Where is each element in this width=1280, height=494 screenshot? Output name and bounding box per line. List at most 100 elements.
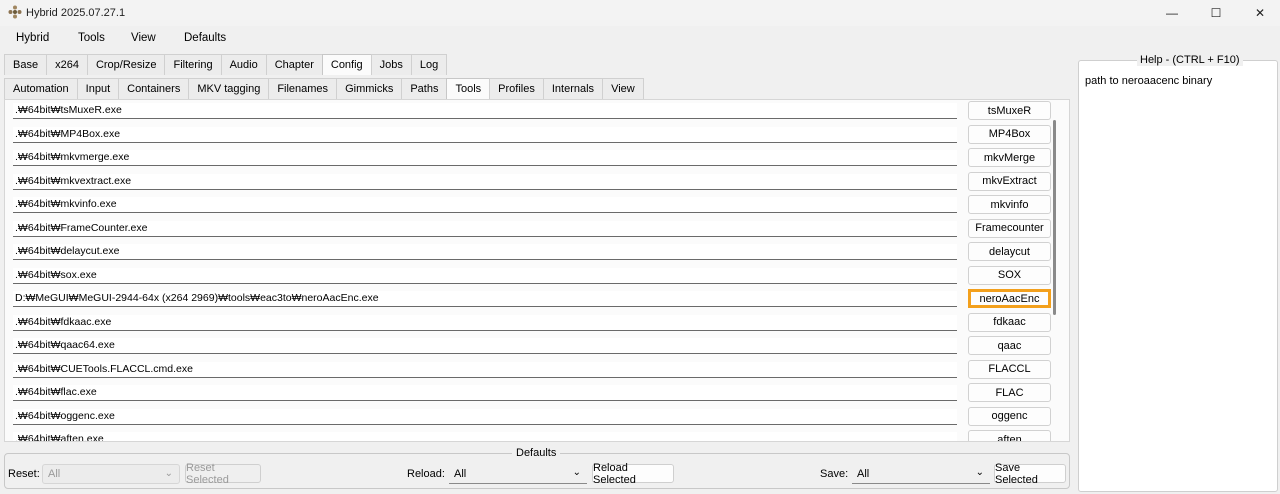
close-button[interactable]: ✕ <box>1238 0 1280 26</box>
help-title: Help - (CTRL + F10) <box>1137 54 1243 66</box>
tool-row: .₩64bit₩tsMuxeR.exe tsMuxeR <box>13 100 1051 122</box>
app-icon <box>8 5 22 19</box>
tab-crop-resize[interactable]: Crop/Resize <box>86 54 166 75</box>
tab-filenames[interactable]: Filenames <box>268 78 338 99</box>
tool-path-input[interactable]: .₩64bit₩FrameCounter.exe <box>13 220 957 237</box>
tab-containers[interactable]: Containers <box>118 78 190 99</box>
flaccl-button[interactable]: FLACCL <box>968 359 1051 379</box>
tab-base[interactable]: Base <box>4 54 48 75</box>
tab-filtering[interactable]: Filtering <box>164 54 222 75</box>
mkvextract-button[interactable]: mkvExtract <box>968 171 1051 191</box>
tool-row: .₩64bit₩mkvinfo.exe mkvinfo <box>13 194 1051 216</box>
tool-path-input[interactable]: .₩64bit₩oggenc.exe <box>13 408 957 425</box>
reload-selected-button[interactable]: Reload Selected <box>592 462 674 486</box>
tools-panel: .₩64bit₩tsMuxeR.exe tsMuxeR .₩64bit₩MP4B… <box>4 99 1070 442</box>
tool-row: .₩64bit₩mkvmerge.exe mkvMerge <box>13 147 1051 169</box>
save-select[interactable]: All ⌄ <box>852 464 990 484</box>
tab-internals[interactable]: Internals <box>542 78 604 99</box>
tool-row: .₩64bit₩MP4Box.exe MP4Box <box>13 124 1051 146</box>
menu-tools[interactable]: Tools <box>78 32 105 44</box>
maximize-icon: ☐ <box>1210 6 1222 20</box>
tsmuxer-button[interactable]: tsMuxeR <box>968 101 1051 120</box>
qaac-button[interactable]: qaac <box>968 336 1051 355</box>
tab-chapter[interactable]: Chapter <box>265 54 323 75</box>
title-bar: Hybrid 2025.07.27.1 — ☐ ✕ <box>0 0 1280 26</box>
tool-row: .₩64bit₩fdkaac.exe fdkaac <box>13 312 1051 334</box>
save-selected-button[interactable]: Save Selected <box>994 462 1066 486</box>
fdkaac-button[interactable]: fdkaac <box>968 312 1051 332</box>
tab-input[interactable]: Input <box>76 78 120 99</box>
window-title: Hybrid 2025.07.27.1 <box>26 7 126 19</box>
minimize-button[interactable]: — <box>1150 0 1194 26</box>
mkvmerge-button[interactable]: mkvMerge <box>968 148 1051 167</box>
tool-row: .₩64bit₩FrameCounter.exe Framecounter <box>13 218 1051 240</box>
minimize-icon: — <box>1166 6 1178 20</box>
tab-audio[interactable]: Audio <box>220 54 267 75</box>
chevron-down-icon: ⌄ <box>975 467 984 478</box>
reset-label: Reset: <box>8 468 40 480</box>
reset-value: All <box>48 468 61 480</box>
sox-button[interactable]: SOX <box>968 265 1051 285</box>
tool-path-input[interactable]: .₩64bit₩qaac64.exe <box>13 338 957 354</box>
maximize-button[interactable]: ☐ <box>1194 0 1238 26</box>
defaults-title: Defaults <box>512 447 561 459</box>
menu-view[interactable]: View <box>131 32 156 44</box>
vertical-scrollbar[interactable] <box>1053 120 1056 315</box>
config-tab-bar: Automation Input Containers MKV tagging … <box>4 78 644 99</box>
main-tab-bar: Base x264 Crop/Resize Filtering Audio Ch… <box>4 54 448 75</box>
tool-path-input[interactable]: .₩64bit₩flac.exe <box>13 385 957 401</box>
menu-defaults[interactable]: Defaults <box>184 32 226 44</box>
framecounter-button[interactable]: Framecounter <box>968 218 1051 238</box>
tab-mkv-tagging[interactable]: MKV tagging <box>188 78 270 99</box>
tool-path-input[interactable]: .₩64bit₩mkvextract.exe <box>13 173 957 190</box>
tool-path-input[interactable]: .₩64bit₩CUETools.FLACCL.cmd.exe <box>13 361 957 378</box>
tab-paths[interactable]: Paths <box>401 78 448 99</box>
mp4box-button[interactable]: MP4Box <box>968 124 1051 144</box>
tool-path-input[interactable]: .₩64bit₩mkvmerge.exe <box>13 150 957 166</box>
reload-select[interactable]: All ⌄ <box>449 464 587 484</box>
tool-path-input[interactable]: .₩64bit₩mkvinfo.exe <box>13 197 957 213</box>
aften-button[interactable]: aften <box>968 430 1051 441</box>
reload-label: Reload: <box>407 468 445 480</box>
tool-path-input[interactable]: .₩64bit₩sox.exe <box>13 267 957 284</box>
close-icon: ✕ <box>1254 6 1266 20</box>
menu-hybrid[interactable]: Hybrid <box>16 32 49 44</box>
oggenc-button[interactable]: oggenc <box>968 406 1051 426</box>
reset-selected-button[interactable]: Reset Selected <box>185 462 261 486</box>
flac-button[interactable]: FLAC <box>968 383 1051 402</box>
tool-path-input[interactable]: .₩64bit₩aften.exe <box>13 432 957 441</box>
tool-row: .₩64bit₩aften.exe aften <box>13 429 1051 441</box>
tab-gimmicks[interactable]: Gimmicks <box>336 78 403 99</box>
help-panel <box>1078 60 1278 492</box>
tab-config[interactable]: Config <box>321 54 372 75</box>
neroaacenc-button[interactable]: neroAacEnc <box>968 289 1051 308</box>
tool-path-input[interactable]: .₩64bit₩MP4Box.exe <box>13 126 957 143</box>
tool-row: .₩64bit₩delaycut.exe delaycut <box>13 241 1051 263</box>
tool-path-input[interactable]: .₩64bit₩tsMuxeR.exe <box>13 103 957 119</box>
menu-bar: Hybrid Tools View Defaults <box>0 27 1280 49</box>
tab-automation[interactable]: Automation <box>4 78 78 99</box>
tab-log[interactable]: Log <box>410 54 448 75</box>
tool-path-input[interactable]: .₩64bit₩delaycut.exe <box>13 244 957 260</box>
save-label: Save: <box>820 468 849 480</box>
tool-row: .₩64bit₩flac.exe FLAC <box>13 382 1051 404</box>
tool-row: .₩64bit₩CUETools.FLACCL.cmd.exe FLACCL <box>13 359 1051 381</box>
mkvinfo-button[interactable]: mkvinfo <box>968 195 1051 214</box>
tool-row: .₩64bit₩qaac64.exe qaac <box>13 335 1051 357</box>
tab-tools[interactable]: Tools <box>446 78 491 99</box>
reload-value: All <box>454 467 467 480</box>
tool-path-input[interactable]: .₩64bit₩fdkaac.exe <box>13 314 957 331</box>
delaycut-button[interactable]: delaycut <box>968 242 1051 261</box>
tool-row: D:₩MeGUI₩MeGUI-2944-64x (x264 2969)₩tool… <box>13 288 1051 310</box>
tab-x264[interactable]: x264 <box>46 54 88 75</box>
help-text: path to neroaacenc binary <box>1085 75 1213 87</box>
reset-select[interactable]: All ⌄ <box>42 464 180 484</box>
tab-view[interactable]: View <box>602 78 644 99</box>
chevron-down-icon: ⌄ <box>164 468 173 479</box>
tool-path-input[interactable]: D:₩MeGUI₩MeGUI-2944-64x (x264 2969)₩tool… <box>13 291 957 307</box>
tab-profiles[interactable]: Profiles <box>489 78 544 99</box>
tool-row: .₩64bit₩oggenc.exe oggenc <box>13 406 1051 428</box>
save-value: All <box>857 467 870 480</box>
tool-row: .₩64bit₩mkvextract.exe mkvExtract <box>13 171 1051 193</box>
tab-jobs[interactable]: Jobs <box>370 54 412 75</box>
